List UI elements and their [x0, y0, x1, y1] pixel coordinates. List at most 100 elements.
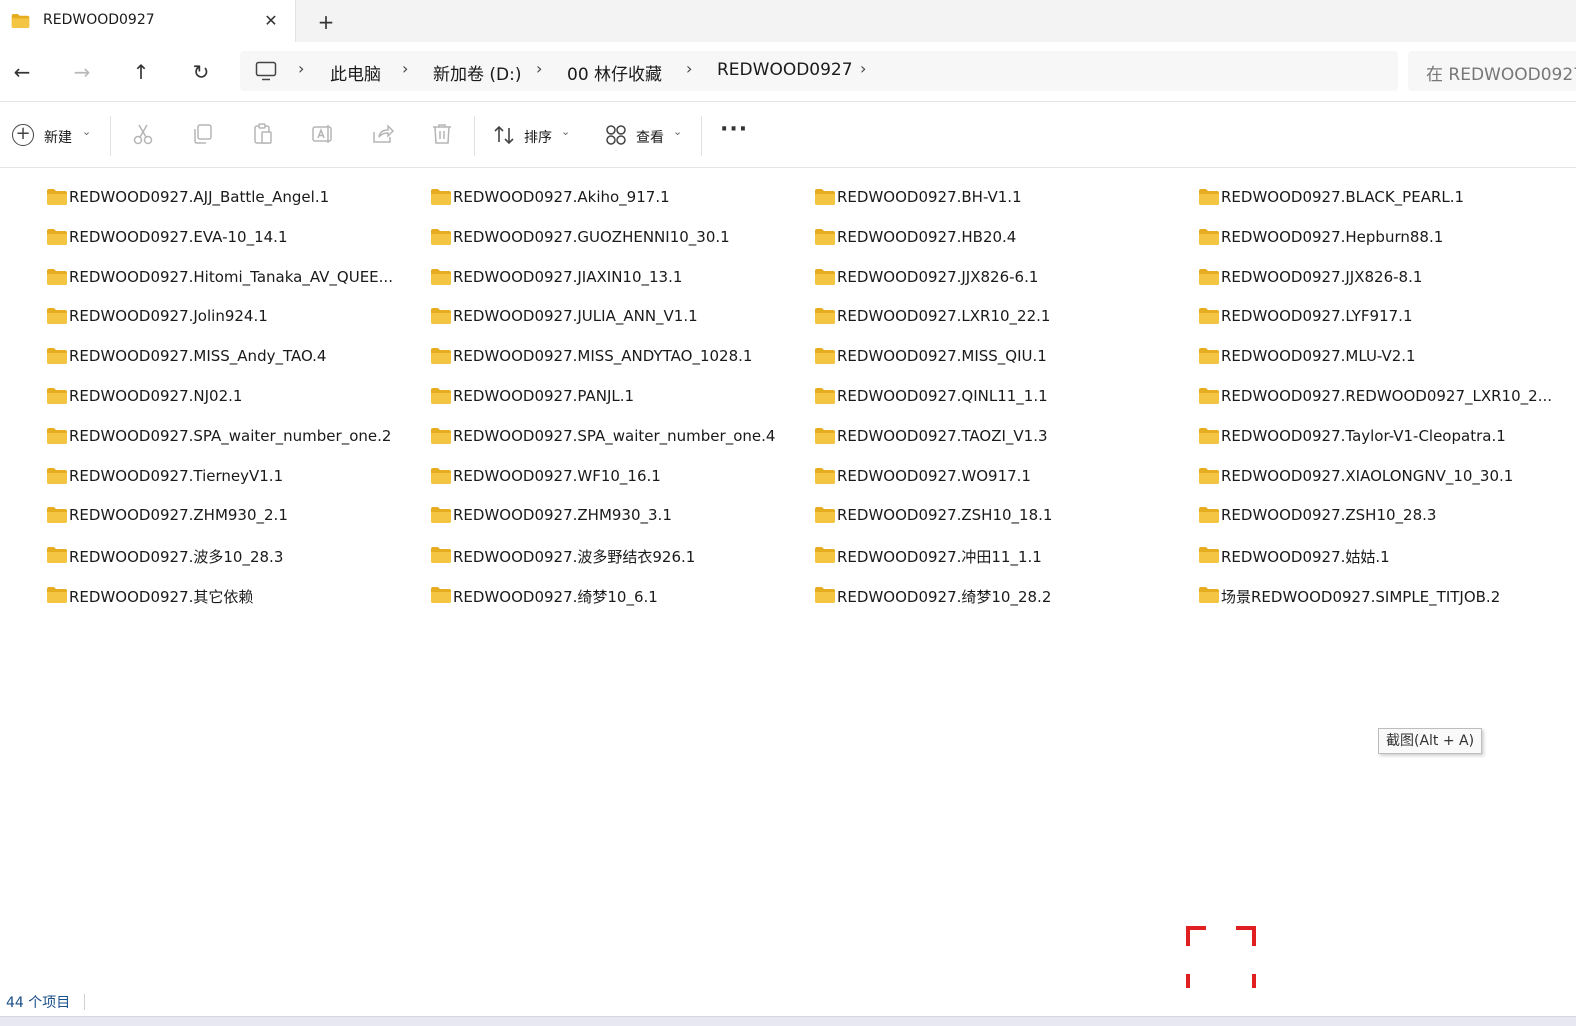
folder-item[interactable]: REDWOOD0927.JJX826-8.1 [1199, 263, 1569, 291]
cut-icon[interactable] [131, 122, 155, 146]
folder-item[interactable]: REDWOOD0927.MISS_QIU.1 [815, 342, 1185, 370]
folder-name: REDWOOD0927.Jolin924.1 [69, 307, 268, 326]
chevron-right-icon[interactable]: › [860, 59, 866, 78]
computer-icon[interactable] [255, 61, 277, 81]
folder-item[interactable]: REDWOOD0927.MISS_ANDYTAO_1028.1 [431, 342, 801, 370]
folder-item[interactable]: REDWOOD0927.Taylor-V1-Cleopatra.1 [1199, 422, 1569, 450]
folder-name: REDWOOD0927.BH-V1.1 [837, 188, 1022, 206]
folder-name: REDWOOD0927.ZSH10_28.3 [1221, 506, 1437, 525]
folder-icon [431, 388, 451, 404]
folder-item[interactable]: REDWOOD0927.冲田11_1.1 [815, 541, 1185, 569]
folder-item[interactable]: REDWOOD0927.REDWOOD0927_LXR10_2... [1199, 382, 1569, 410]
folder-item[interactable]: REDWOOD0927.绮梦10_28.2 [815, 581, 1185, 609]
folder-item[interactable]: REDWOOD0927.Jolin924.1 [47, 302, 417, 330]
folder-item[interactable]: REDWOOD0927.JJX826-6.1 [815, 263, 1185, 291]
folder-item[interactable]: REDWOOD0927.ZSH10_28.3 [1199, 501, 1569, 529]
folder-item[interactable]: REDWOOD0927.ZHM930_3.1 [431, 501, 801, 529]
toolbar-divider [701, 116, 702, 156]
folder-item[interactable]: REDWOOD0927.JULIA_ANN_V1.1 [431, 302, 801, 330]
folder-name: REDWOOD0927.MISS_Andy_TAO.4 [69, 347, 327, 366]
tab-redwood0927[interactable]: REDWOOD0927 ✕ [0, 0, 296, 42]
copy-icon[interactable] [191, 122, 215, 146]
folder-item[interactable]: REDWOOD0927.LXR10_22.1 [815, 302, 1185, 330]
screenshot-frame-icon[interactable] [1186, 926, 1256, 994]
folder-item[interactable]: REDWOOD0927.ZHM930_2.1 [47, 501, 417, 529]
toolbar-divider [110, 116, 111, 156]
folder-item[interactable]: REDWOOD0927.其它依赖 [47, 581, 417, 609]
view-label: 查看 [636, 130, 664, 146]
folder-item[interactable]: REDWOOD0927.波多野结衣926.1 [431, 541, 801, 569]
folder-item[interactable]: REDWOOD0927.姑姑.1 [1199, 541, 1569, 569]
folder-icon [815, 189, 835, 205]
folder-icon [1199, 189, 1219, 205]
search-box[interactable]: 在 REDWOOD0927 中搜索 [1408, 51, 1576, 91]
chevron-right-icon[interactable]: › [402, 59, 408, 78]
folder-icon [47, 308, 67, 325]
folder-item[interactable]: REDWOOD0927.LYF917.1 [1199, 302, 1569, 330]
arrow-right-icon[interactable]: → [68, 58, 96, 86]
folder-item[interactable]: REDWOOD0927.XIAOLONGNV_10_30.1 [1199, 462, 1569, 490]
folder-name: REDWOOD0927.REDWOOD0927_LXR10_2... [1221, 387, 1552, 405]
folder-item[interactable]: REDWOOD0927.TAOZI_V1.3 [815, 422, 1185, 450]
breadcrumb-this-pc[interactable]: 此电脑 [330, 60, 381, 85]
folder-icon [1199, 587, 1219, 603]
folder-item[interactable]: REDWOOD0927.WF10_16.1 [431, 462, 801, 490]
paste-icon[interactable] [251, 122, 275, 146]
breadcrumb-drive-d[interactable]: 新加卷 (D:) [433, 60, 522, 85]
folder-item[interactable]: REDWOOD0927.EVA-10_14.1 [47, 223, 417, 251]
folder-icon [47, 427, 67, 444]
view-button[interactable]: 查看 ⌄ [605, 122, 685, 148]
plus-icon[interactable]: + [314, 10, 338, 34]
arrow-up-icon[interactable]: ↑ [127, 58, 155, 86]
chevron-right-icon[interactable]: › [298, 59, 304, 78]
folder-item[interactable]: REDWOOD0927.SPA_waiter_number_one.4 [431, 422, 801, 450]
more-options-icon[interactable]: ··· [720, 119, 747, 146]
folder-item[interactable]: REDWOOD0927.BH-V1.1 [815, 183, 1185, 211]
folder-item[interactable]: REDWOOD0927.NJ02.1 [47, 382, 417, 410]
folder-item[interactable]: 场景REDWOOD0927.SIMPLE_TITJOB.2 [1199, 581, 1569, 609]
folder-item[interactable]: REDWOOD0927.波多10_28.3 [47, 541, 417, 569]
folder-item[interactable]: REDWOOD0927.QINL11_1.1 [815, 382, 1185, 410]
folder-item[interactable]: REDWOOD0927.HB20.4 [815, 223, 1185, 251]
folder-item[interactable]: REDWOOD0927.Hepburn88.1 [1199, 223, 1569, 251]
folder-item[interactable]: REDWOOD0927.PANJL.1 [431, 382, 801, 410]
folder-icon [431, 467, 451, 484]
share-icon[interactable] [371, 122, 395, 146]
new-button[interactable]: + 新建 ⌄ [12, 122, 96, 148]
folder-name: REDWOOD0927.QINL11_1.1 [837, 387, 1048, 405]
folder-item[interactable]: REDWOOD0927.Hitomi_Tanaka_AV_QUEE... [47, 263, 417, 291]
folder-name: REDWOOD0927.ZSH10_18.1 [837, 506, 1053, 525]
delete-icon[interactable] [430, 122, 454, 146]
folder-item[interactable]: REDWOOD0927.JIAXIN10_13.1 [431, 263, 801, 291]
folder-icon [815, 228, 835, 245]
close-icon[interactable]: ✕ [260, 10, 282, 32]
rename-icon[interactable] [311, 122, 335, 146]
folder-name: REDWOOD0927.SPA_waiter_number_one.2 [69, 426, 392, 445]
breadcrumb-redwood0927[interactable]: REDWOOD0927 [717, 60, 853, 80]
folder-item[interactable]: REDWOOD0927.GUOZHENNI10_30.1 [431, 223, 801, 251]
refresh-icon[interactable]: ↻ [187, 58, 215, 86]
folder-item[interactable]: REDWOOD0927.AJJ_Battle_Angel.1 [47, 183, 417, 211]
folder-item[interactable]: REDWOOD0927.BLACK_PEARL.1 [1199, 183, 1569, 211]
folder-item[interactable]: REDWOOD0927.MISS_Andy_TAO.4 [47, 342, 417, 370]
folder-name: REDWOOD0927.波多10_28.3 [69, 548, 284, 567]
folder-item[interactable]: REDWOOD0927.ZSH10_18.1 [815, 501, 1185, 529]
folder-icon [47, 268, 67, 285]
arrow-left-icon[interactable]: ← [8, 58, 36, 86]
folder-item[interactable]: REDWOOD0927.MLU-V2.1 [1199, 342, 1569, 370]
file-list: REDWOOD0927.AJJ_Battle_Angel.1 REDWOOD092… [0, 169, 1576, 989]
address-bar[interactable]: › 此电脑 › 新加卷 (D:) › 00 林仔收藏 › REDWOOD0927… [240, 51, 1398, 91]
breadcrumb-folder-00[interactable]: 00 林仔收藏 [567, 60, 662, 85]
folder-icon [1199, 268, 1219, 285]
folder-item[interactable]: REDWOOD0927.绮梦10_6.1 [431, 581, 801, 609]
folder-item[interactable]: REDWOOD0927.WO917.1 [815, 462, 1185, 490]
folder-name: REDWOOD0927.MLU-V2.1 [1221, 347, 1416, 366]
folder-item[interactable]: REDWOOD0927.TierneyV1.1 [47, 462, 417, 490]
folder-name: REDWOOD0927.SPA_waiter_number_one.4 [453, 426, 776, 445]
folder-item[interactable]: REDWOOD0927.SPA_waiter_number_one.2 [47, 422, 417, 450]
chevron-right-icon[interactable]: › [536, 59, 542, 78]
chevron-right-icon[interactable]: › [686, 59, 692, 78]
navigation-bar: ← → ↑ ↻ › 此电脑 › 新加卷 (D:) › 00 林仔收藏 › RED… [0, 42, 1576, 102]
folder-item[interactable]: REDWOOD0927.Akiho_917.1 [431, 183, 801, 211]
sort-button[interactable]: 排序 ⌄ [493, 122, 573, 148]
